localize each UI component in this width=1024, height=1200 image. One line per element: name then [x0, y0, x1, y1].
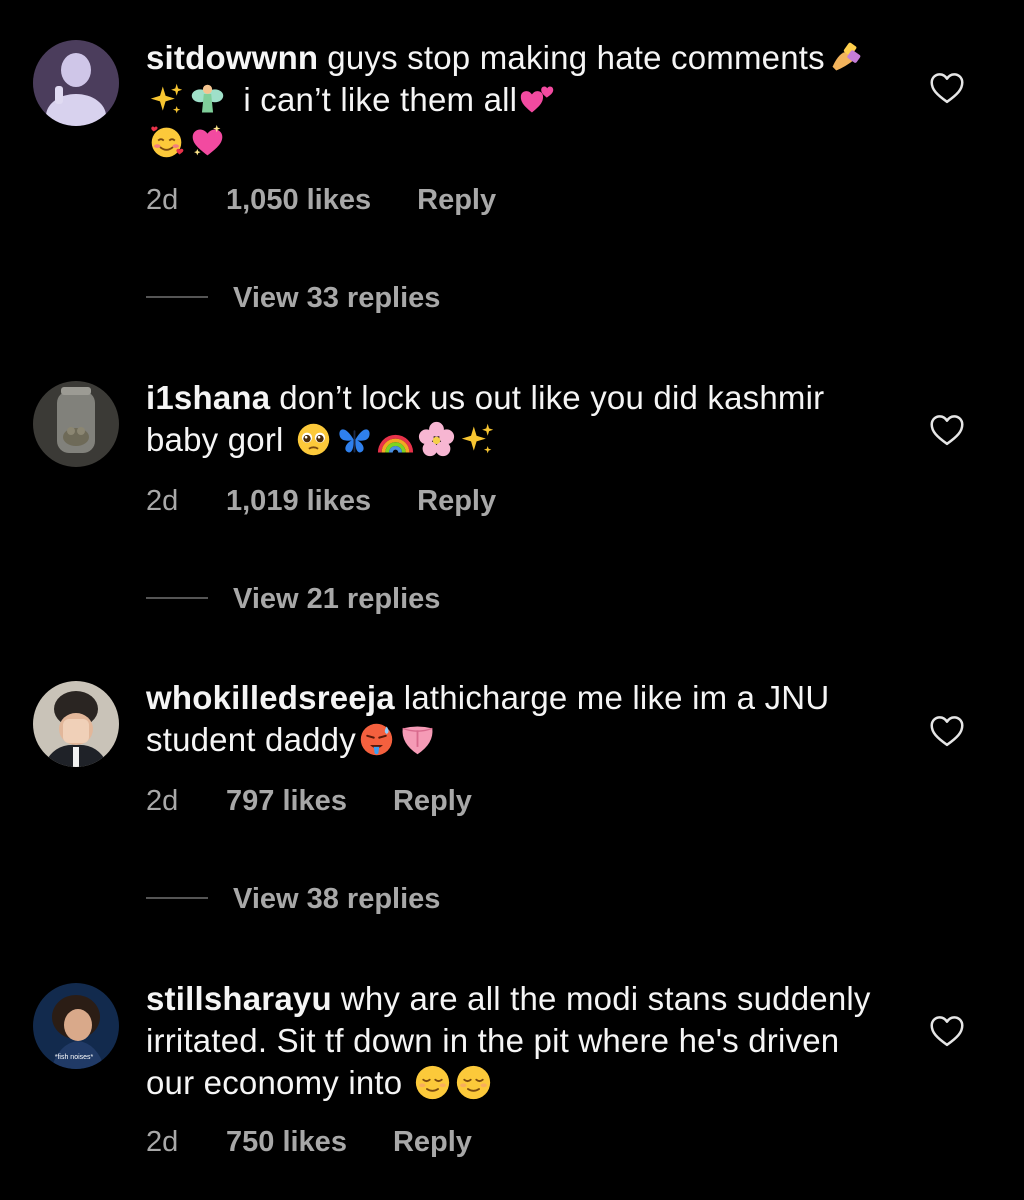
- comment-text: sitdowwnn guys stop making hate comments …: [146, 37, 876, 163]
- cherry-blossom-emoji: [418, 421, 455, 457]
- comment-age: 2d: [146, 785, 179, 817]
- sparkles-emoji: [148, 81, 185, 118]
- reply-button[interactable]: Reply: [393, 1126, 472, 1159]
- reply-button[interactable]: Reply: [417, 184, 496, 217]
- hot-face-emoji: [360, 723, 393, 756]
- sparkles-emoji: [459, 421, 496, 458]
- likes-count[interactable]: 1,050 likes: [226, 184, 371, 217]
- view-replies-button[interactable]: View 38 replies: [146, 883, 440, 916]
- nail-polish-emoji: [832, 42, 861, 71]
- sparkling-heart-emoji: [192, 124, 223, 156]
- divider: [146, 597, 208, 600]
- butterfly-emoji: [339, 429, 370, 453]
- avatar-caption: *fish noises*: [55, 1054, 94, 1061]
- view-replies-label: View 33 replies: [233, 282, 441, 314]
- comment-age: 2d: [146, 1126, 179, 1158]
- comment-username[interactable]: sitdowwnn: [146, 39, 318, 76]
- likes-count[interactable]: 1,019 likes: [226, 485, 371, 518]
- view-replies-button[interactable]: View 21 replies: [146, 583, 440, 616]
- avatar[interactable]: *fish noises*: [33, 983, 119, 1069]
- comment-username[interactable]: whokilledsreeja: [146, 679, 395, 716]
- comment-meta: 2d 1,050 likes Reply: [146, 184, 496, 217]
- avatar[interactable]: [33, 681, 119, 767]
- comment-meta: 2d 1,019 likes Reply: [146, 485, 496, 518]
- view-replies-label: View 38 replies: [233, 883, 441, 915]
- comment-meta: 2d 750 likes Reply: [146, 1126, 472, 1159]
- comment-body: guys stop making hate comments: [327, 39, 825, 76]
- divider: [146, 296, 208, 299]
- heart-outline-icon[interactable]: [929, 1015, 965, 1047]
- relieved-face-emoji: [414, 1064, 451, 1101]
- reply-button[interactable]: Reply: [417, 485, 496, 518]
- comment-text: stillsharayu why are all the modi stans s…: [146, 978, 876, 1104]
- reply-button[interactable]: Reply: [393, 785, 472, 818]
- avatar[interactable]: [33, 40, 119, 126]
- comment-text: i1shana don’t lock us out like you did ka…: [146, 377, 876, 461]
- view-replies-label: View 21 replies: [233, 583, 441, 615]
- view-replies-button[interactable]: View 33 replies: [146, 282, 440, 315]
- comment-age: 2d: [146, 184, 179, 216]
- tongue-emoji: [402, 726, 433, 755]
- divider: [146, 897, 208, 900]
- comment-username[interactable]: i1shana: [146, 379, 270, 416]
- smiling-face-with-hearts-emoji: [151, 126, 184, 158]
- likes-count[interactable]: 797 likes: [226, 785, 347, 818]
- comment-body: i can’t like them all: [243, 81, 518, 118]
- likes-count[interactable]: 750 likes: [226, 1126, 347, 1159]
- comment-text: whokilledsreeja lathicharge me like im a …: [146, 677, 876, 761]
- relieved-face-emoji: [455, 1064, 492, 1101]
- fairy-emoji: [191, 84, 224, 113]
- pleading-face-emoji: [297, 423, 330, 456]
- heart-outline-icon[interactable]: [929, 72, 965, 104]
- comment-age: 2d: [146, 485, 179, 517]
- avatar[interactable]: [33, 381, 119, 467]
- rainbow-emoji: [377, 434, 414, 453]
- heart-outline-icon[interactable]: [929, 715, 965, 747]
- comment-meta: 2d 797 likes Reply: [146, 785, 472, 818]
- two-hearts-emoji: [521, 86, 554, 113]
- heart-outline-icon[interactable]: [929, 414, 965, 446]
- comment-username[interactable]: stillsharayu: [146, 980, 332, 1017]
